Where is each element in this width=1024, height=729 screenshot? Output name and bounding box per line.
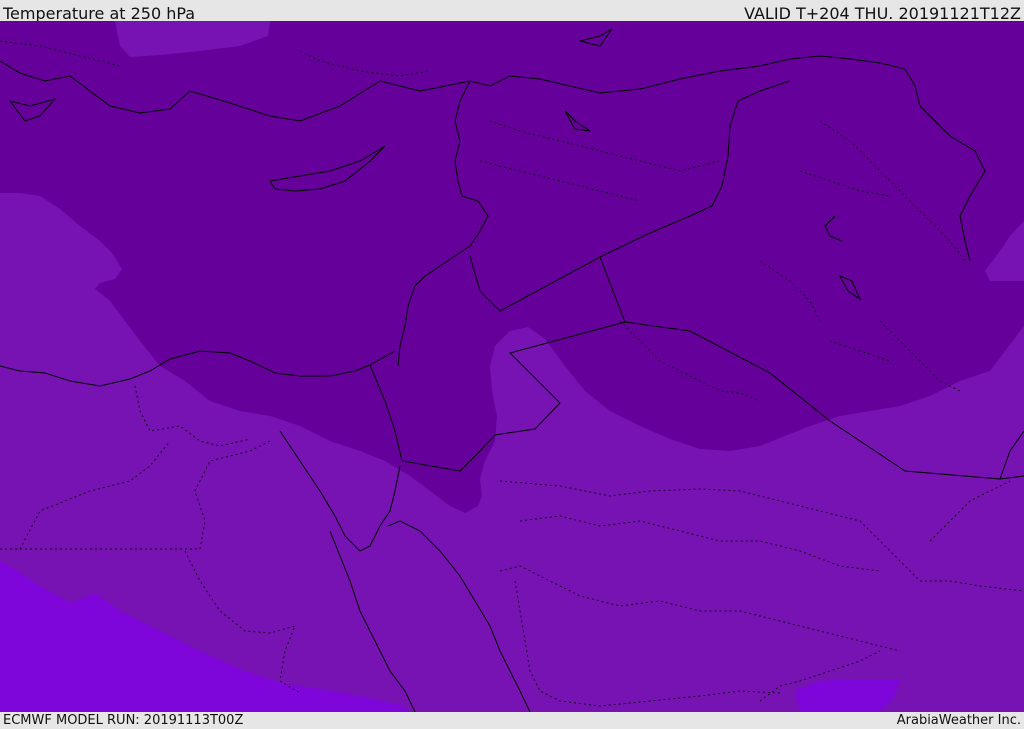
credit: ArabiaWeather Inc. bbox=[896, 713, 1021, 728]
weather-map[interactable] bbox=[0, 21, 1024, 712]
map-canvas bbox=[0, 21, 1024, 712]
model-run: ECMWF MODEL RUN: 20191113T00Z bbox=[3, 713, 244, 728]
footer-bar: ECMWF MODEL RUN: 20191113T00Z ArabiaWeat… bbox=[0, 712, 1024, 729]
header-bar: Temperature at 250 hPa VALID T+204 THU. … bbox=[0, 0, 1024, 23]
